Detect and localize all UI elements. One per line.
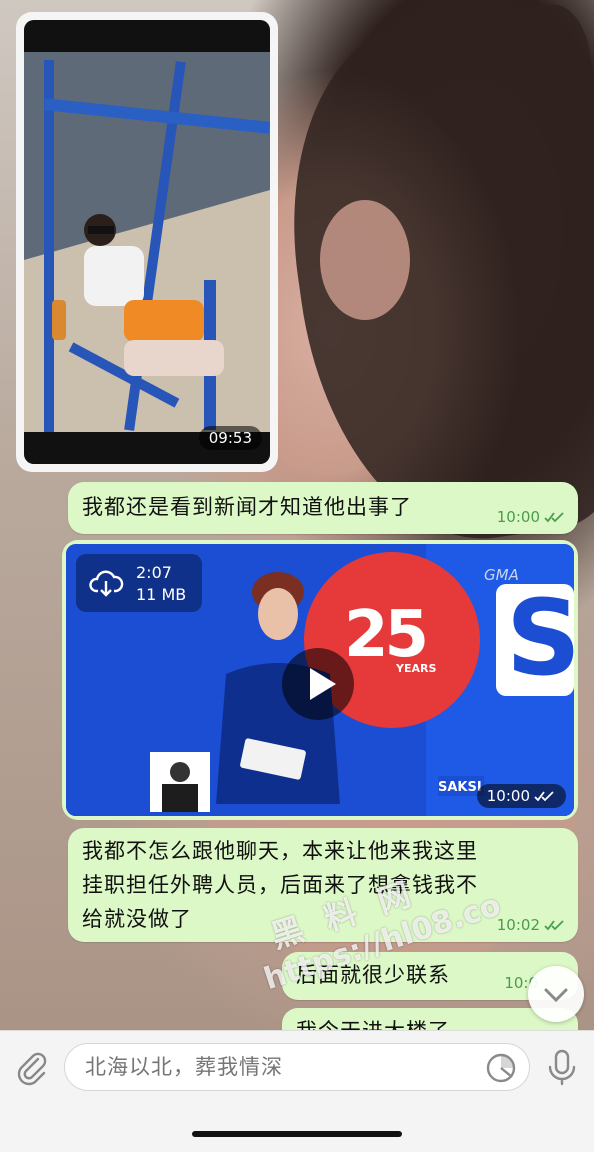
video-message-3[interactable]: 2:07 11 MB GMA 25 YEARS S SAKSI 10:00 xyxy=(62,540,578,820)
show-letter: S xyxy=(506,577,574,699)
message-time: 10:02 xyxy=(496,916,540,934)
paperclip-icon xyxy=(17,1052,47,1086)
anniversary-number: 25 xyxy=(344,598,429,672)
double-check-icon xyxy=(544,512,564,523)
anniversary-word: YEARS xyxy=(396,662,437,675)
video-scene-1 xyxy=(24,20,270,464)
message-time: 10:00 xyxy=(496,508,540,526)
message-text: 后面就很少联系 xyxy=(296,963,450,987)
text-message-4[interactable]: 我都不怎么跟他聊天，本来让他来我这里 挂职担任外聘人员，后面来了想拿钱我不 给就… xyxy=(68,828,578,942)
video-thumbnail-1[interactable]: 09:53 xyxy=(24,20,270,464)
message-line-1: 我都不怎么跟他聊天，本来让他来我这里 xyxy=(82,839,478,863)
video-duration-badge: 09:53 xyxy=(198,426,262,450)
sticker-button[interactable] xyxy=(484,1051,518,1085)
cloud-download-icon xyxy=(89,570,124,597)
double-check-icon xyxy=(534,791,554,802)
sticker-icon xyxy=(486,1053,516,1083)
download-size: 11 MB xyxy=(136,585,187,604)
scroll-down-button[interactable] xyxy=(528,966,584,1022)
wallpaper-ear xyxy=(320,200,410,320)
message-time: 10:00 xyxy=(486,787,530,805)
video-thumbnail-3[interactable]: 2:07 11 MB GMA 25 YEARS S SAKSI 10:00 xyxy=(66,544,574,816)
wallpaper-hair xyxy=(265,0,594,560)
download-badge[interactable]: 2:07 11 MB xyxy=(76,554,202,612)
message-meta: 10:02 xyxy=(497,916,566,934)
chevron-down-icon xyxy=(544,988,568,1003)
download-length: 2:07 xyxy=(136,563,172,582)
message-meta: 10:00 xyxy=(497,508,566,526)
home-indicator[interactable] xyxy=(192,1131,402,1137)
text-message-2[interactable]: 我都还是看到新闻才知道他出事了 10:00 xyxy=(68,482,578,534)
voice-button[interactable] xyxy=(542,1047,582,1087)
attach-button[interactable] xyxy=(12,1047,52,1087)
video-message-1[interactable]: 09:53 xyxy=(16,12,278,472)
message-line-3: 给就没做了 xyxy=(82,907,192,931)
microphone-icon xyxy=(548,1049,576,1086)
message-meta: 10:00 xyxy=(476,784,566,808)
double-check-icon xyxy=(544,920,564,931)
message-line-2: 挂职担任外聘人员，后面来了想拿钱我不 xyxy=(82,873,478,897)
message-input[interactable] xyxy=(64,1043,530,1091)
show-title: SAKSI xyxy=(438,780,482,795)
message-text: 我都还是看到新闻才知道他出事了 xyxy=(82,495,412,519)
